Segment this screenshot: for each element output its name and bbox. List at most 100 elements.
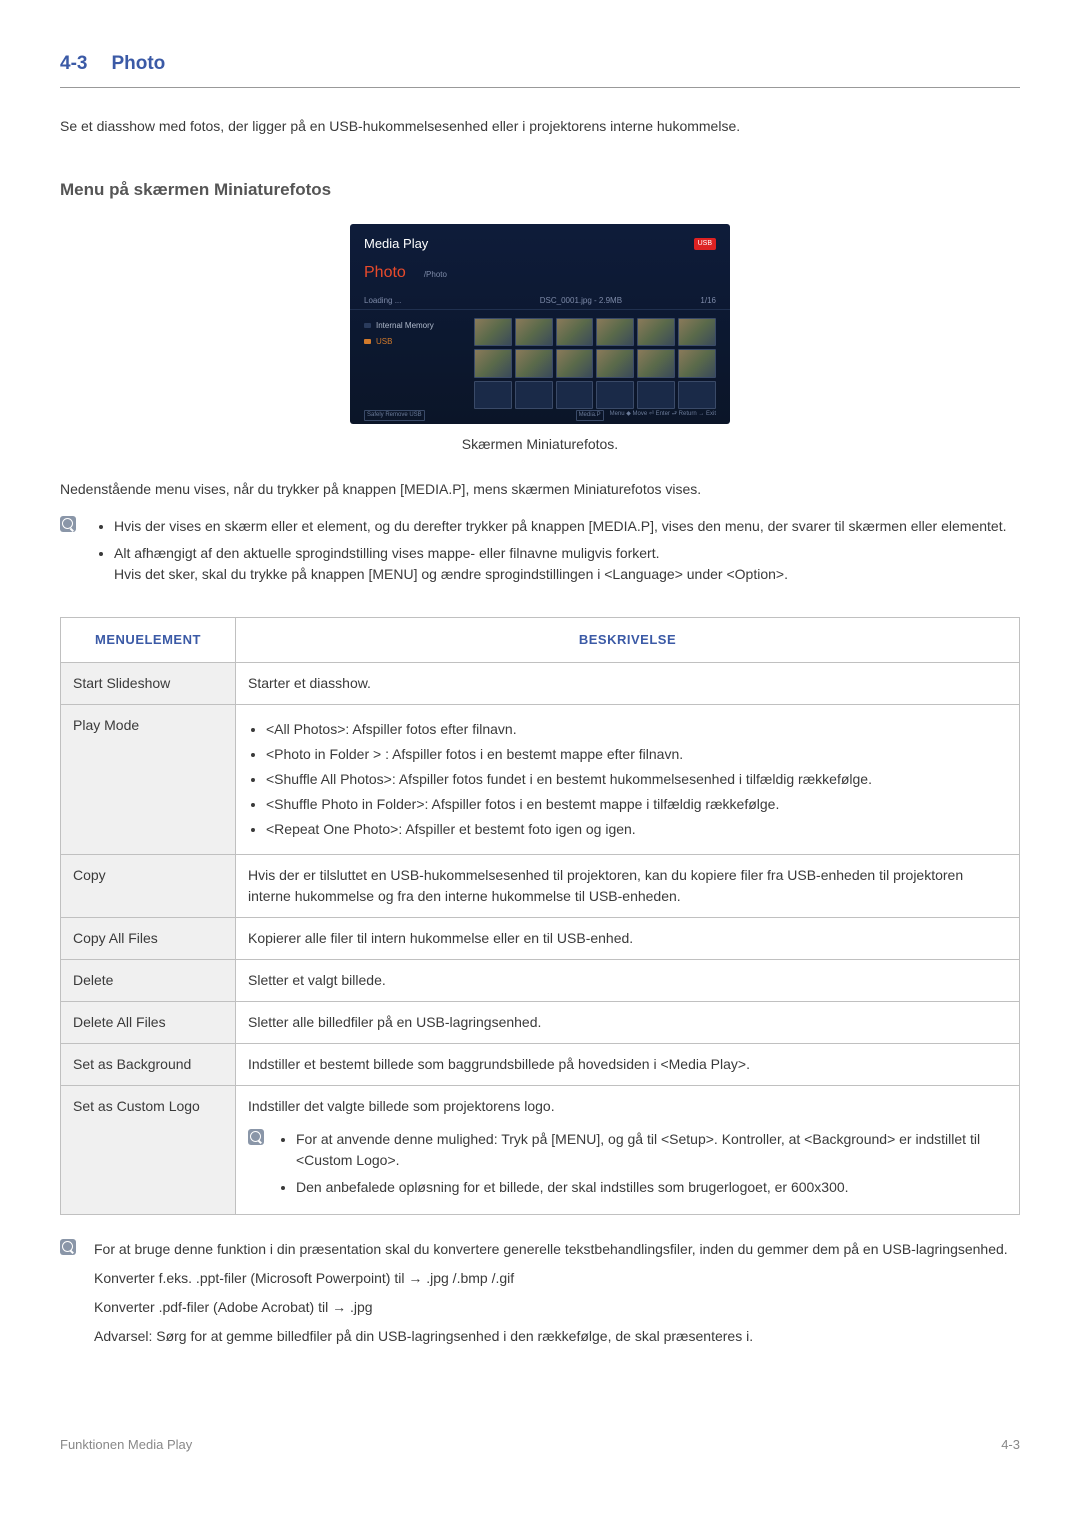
row-label: Set as Custom Logo	[61, 1085, 236, 1214]
ui-photo-row: Photo /Photo	[350, 259, 730, 293]
menu-navigation-hint: Menu ◆ Move ⏎ Enter ⮐ Return → Exit	[610, 410, 716, 421]
ui-count: 1/16	[700, 295, 716, 307]
media-play-screenshot: Media Play USB Photo /Photo Loading ... …	[350, 224, 730, 424]
table-row: Set as Custom Logo Indstiller det valgte…	[61, 1085, 1020, 1214]
thumbnail	[678, 349, 716, 378]
row-label: Start Slideshow	[61, 662, 236, 704]
thumbnail-grid	[474, 318, 716, 410]
note1-item2b: Hvis det sker, skal du trykke på knappen…	[114, 566, 788, 582]
table-row: Copy All Files Kopierer alle filer til i…	[61, 917, 1020, 959]
section-number: 4-3	[60, 50, 87, 79]
page-footer: Funktionen Media Play 4-3	[60, 1435, 1020, 1455]
usb-badge-icon: USB	[694, 238, 716, 251]
row-label: Copy	[61, 854, 236, 917]
intro-text: Se et diasshow med fotos, der ligger på …	[60, 116, 1020, 137]
list-item: <All Photos>: Afspiller fotos efter filn…	[266, 719, 1007, 740]
thumbnail-empty	[637, 381, 675, 410]
section-header: 4-3 Photo	[60, 50, 1020, 88]
row-desc: Hvis der er tilsluttet en USB-hukommelse…	[236, 854, 1020, 917]
pre-table-text: Nedenstående menu vises, når du trykker …	[60, 479, 1020, 500]
row-label: Play Mode	[61, 704, 236, 854]
final-note-body: For at bruge denne funktion i din præsen…	[94, 1239, 1008, 1355]
thumbnail	[474, 349, 512, 378]
list-item: <Repeat One Photo>: Afspiller et bestemt…	[266, 819, 1007, 840]
screenshot-caption: Skærmen Miniaturefotos.	[60, 434, 1020, 455]
list-item: <Photo in Folder > : Afspiller fotos i e…	[266, 744, 1007, 765]
inner-note: For at anvende denne mulighed: Tryk på […	[248, 1129, 1007, 1204]
info-icon	[60, 1239, 76, 1255]
section-title: Photo	[111, 50, 165, 79]
note-list-1: Hvis der vises en skærm eller et element…	[94, 516, 1006, 591]
thumbnail	[515, 349, 553, 378]
row-desc: Indstiller et bestemt billede som baggru…	[236, 1043, 1020, 1085]
table-row: Set as Background Indstiller et bestemt …	[61, 1043, 1020, 1085]
thumbnail	[515, 318, 553, 347]
thumbnail-empty	[515, 381, 553, 410]
final-note: For at bruge denne funktion i din præsen…	[60, 1239, 1020, 1355]
thumbnail-empty	[474, 381, 512, 410]
ui-media-play-title: Media Play	[364, 234, 428, 254]
note1-item2: Alt afhængigt af den aktuelle sprogindst…	[114, 543, 1006, 585]
screenshot-container: Media Play USB Photo /Photo Loading ... …	[60, 224, 1020, 455]
info-icon	[60, 516, 76, 532]
ui-title-row: Media Play USB	[350, 224, 730, 259]
row-desc: Indstiller det valgte billede som projek…	[236, 1085, 1020, 1214]
ui-breadcrumb: /Photo	[424, 269, 447, 281]
ui-loading-text: Loading ...	[364, 295, 401, 307]
row-label: Set as Background	[61, 1043, 236, 1085]
thumbnail	[596, 349, 634, 378]
media-p-hint: Media.P	[576, 410, 604, 421]
storage-usb-label: USB	[376, 336, 392, 348]
play-mode-list: <All Photos>: Afspiller fotos efter filn…	[248, 719, 1007, 840]
list-item: For at anvende denne mulighed: Tryk på […	[296, 1129, 1007, 1171]
thumbnail-empty	[556, 381, 594, 410]
table-row: Delete Sletter et valgt billede.	[61, 959, 1020, 1001]
storage-internal: Internal Memory	[364, 318, 474, 334]
row-desc: Kopierer alle filer til intern hukommels…	[236, 917, 1020, 959]
storage-usb-icon	[364, 339, 371, 344]
thumbnail	[678, 318, 716, 347]
note1-item2a: Alt afhængigt af den aktuelle sprogindst…	[114, 545, 660, 561]
table-row: Start Slideshow Starter et diasshow.	[61, 662, 1020, 704]
thumbnail	[637, 318, 675, 347]
storage-usb: USB	[364, 334, 474, 350]
table-row: Copy Hvis der er tilsluttet en USB-hukom…	[61, 854, 1020, 917]
thumbnail-empty	[678, 381, 716, 410]
row-desc: Sletter alle billedfiler på en USB-lagri…	[236, 1001, 1020, 1043]
row-desc: Sletter et valgt billede.	[236, 959, 1020, 1001]
menu-table: MENUELEMENT BESKRIVELSE Start Slideshow …	[60, 617, 1020, 1215]
ui-sidebar: Internal Memory USB	[364, 318, 474, 410]
footer-right: 4-3	[1001, 1435, 1020, 1455]
table-row: Delete All Files Sletter alle billedfile…	[61, 1001, 1020, 1043]
info-icon	[248, 1129, 264, 1145]
note-block-1: Hvis der vises en skærm eller et element…	[60, 516, 1020, 591]
row-desc: <All Photos>: Afspiller fotos efter filn…	[236, 704, 1020, 854]
row-desc: Starter et diasshow.	[236, 662, 1020, 704]
note1-item1: Hvis der vises en skærm eller et element…	[114, 516, 1006, 537]
thumbnail	[596, 318, 634, 347]
ui-body: Internal Memory USB	[350, 310, 730, 418]
safely-remove-hint: Safely Remove USB	[364, 410, 425, 421]
list-item: Den anbefalede opløsning for et billede,…	[296, 1177, 1007, 1198]
thumbnail	[556, 349, 594, 378]
th-beskrivelse: BESKRIVELSE	[236, 618, 1020, 663]
table-row: Play Mode <All Photos>: Afspiller fotos …	[61, 704, 1020, 854]
final-note-p0: For at bruge denne funktion i din præsen…	[94, 1239, 1008, 1260]
storage-internal-label: Internal Memory	[376, 320, 434, 332]
row-label: Delete	[61, 959, 236, 1001]
list-item: <Shuffle All Photos>: Afspiller fotos fu…	[266, 769, 1007, 790]
final-note-p2: Konverter .pdf-filer (Adobe Acrobat) til…	[94, 1297, 1008, 1318]
thumbnail	[556, 318, 594, 347]
set-custom-logo-desc: Indstiller det valgte billede som projek…	[248, 1098, 555, 1114]
th-menuelement: MENUELEMENT	[61, 618, 236, 663]
ui-photo-label: Photo	[364, 261, 406, 285]
ui-filename: DSC_0001.jpg - 2.9MB	[480, 295, 622, 307]
footer-left: Funktionen Media Play	[60, 1435, 192, 1455]
thumbnail	[637, 349, 675, 378]
ui-footer: Safely Remove USB Media.P Menu ◆ Move ⏎ …	[350, 410, 730, 421]
storage-bullet-icon	[364, 323, 371, 328]
thumbnail	[474, 318, 512, 347]
row-label: Delete All Files	[61, 1001, 236, 1043]
subsection-title: Menu på skærmen Miniaturefotos	[60, 177, 1020, 203]
row-label: Copy All Files	[61, 917, 236, 959]
